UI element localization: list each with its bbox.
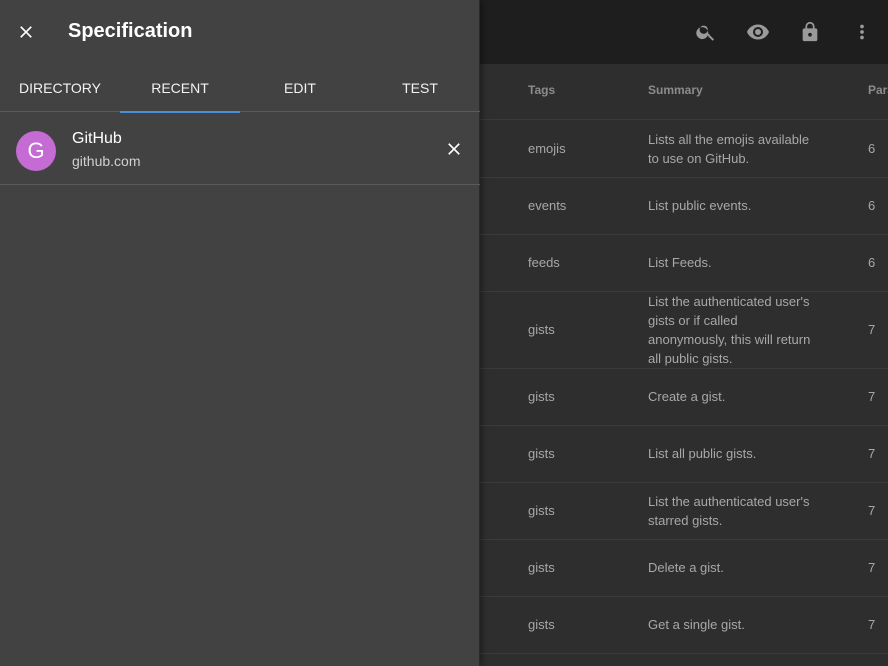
row-params: 7: [868, 503, 876, 518]
app-root: Tags Summary Para emojis Lists all the e…: [0, 0, 888, 666]
lock-icon: [802, 21, 818, 42]
column-header-summary[interactable]: Summary: [648, 83, 703, 97]
recent-item-name: GitHub: [72, 130, 122, 147]
row-summary: Lists all the emojis available to use on…: [648, 132, 810, 166]
row-tag: gists: [528, 560, 555, 575]
row-tag: gists: [528, 503, 555, 518]
column-header-tags[interactable]: Tags: [528, 83, 555, 97]
drawer-tabs: DIRECTORY RECENT EDIT TEST: [0, 64, 480, 113]
row-params: 6: [868, 141, 876, 156]
preview-button[interactable]: [732, 0, 784, 64]
close-icon: [20, 26, 32, 38]
row-summary: List the authenticated user's gists or i…: [648, 294, 811, 366]
row-summary: List the authenticated user's starred gi…: [648, 494, 810, 528]
close-icon: [448, 143, 460, 155]
row-params: 6: [868, 198, 876, 213]
recent-spec-item[interactable]: G GitHub github.com: [0, 113, 480, 185]
tab-edit[interactable]: EDIT: [240, 64, 360, 112]
row-tag: emojis: [528, 141, 566, 156]
row-summary: List all public gists.: [648, 446, 757, 461]
drawer-title: Specification: [68, 20, 193, 42]
lock-button[interactable]: [784, 0, 836, 64]
toolbar-actions: [680, 0, 888, 64]
row-summary: Create a gist.: [648, 389, 726, 404]
row-summary: List Feeds.: [648, 255, 712, 270]
specification-drawer: Specification DIRECTORY RECENT EDIT TEST…: [0, 0, 480, 666]
row-summary: Get a single gist.: [648, 617, 745, 632]
row-params: 7: [868, 446, 876, 461]
drawer-header: Specification: [0, 0, 480, 64]
row-params: 7: [868, 322, 876, 337]
remove-recent-button[interactable]: [436, 131, 472, 167]
search-icon: [696, 25, 715, 41]
more-vert-icon: [860, 24, 864, 40]
close-drawer-button[interactable]: [8, 14, 44, 50]
avatar: G: [16, 131, 56, 171]
row-summary: List public events.: [648, 198, 752, 213]
row-tag: gists: [528, 446, 555, 461]
tab-directory[interactable]: DIRECTORY: [0, 64, 120, 112]
tab-recent[interactable]: RECENT: [120, 64, 240, 113]
row-tag: feeds: [528, 255, 560, 270]
row-params: 7: [868, 560, 876, 575]
row-params: 7: [868, 389, 876, 404]
row-params: 7: [868, 617, 876, 632]
recent-item-url: github.com: [72, 153, 141, 169]
row-summary: Delete a gist.: [648, 560, 724, 575]
tab-test[interactable]: TEST: [360, 64, 480, 112]
row-tag: events: [528, 198, 567, 213]
row-tag: gists: [528, 322, 555, 337]
row-tag: gists: [528, 389, 555, 404]
search-button[interactable]: [680, 0, 732, 64]
row-params: 6: [868, 255, 876, 270]
column-header-params[interactable]: Para: [868, 83, 888, 97]
row-tag: gists: [528, 617, 555, 632]
more-options-button[interactable]: [836, 0, 888, 64]
eye-icon: [747, 24, 769, 40]
